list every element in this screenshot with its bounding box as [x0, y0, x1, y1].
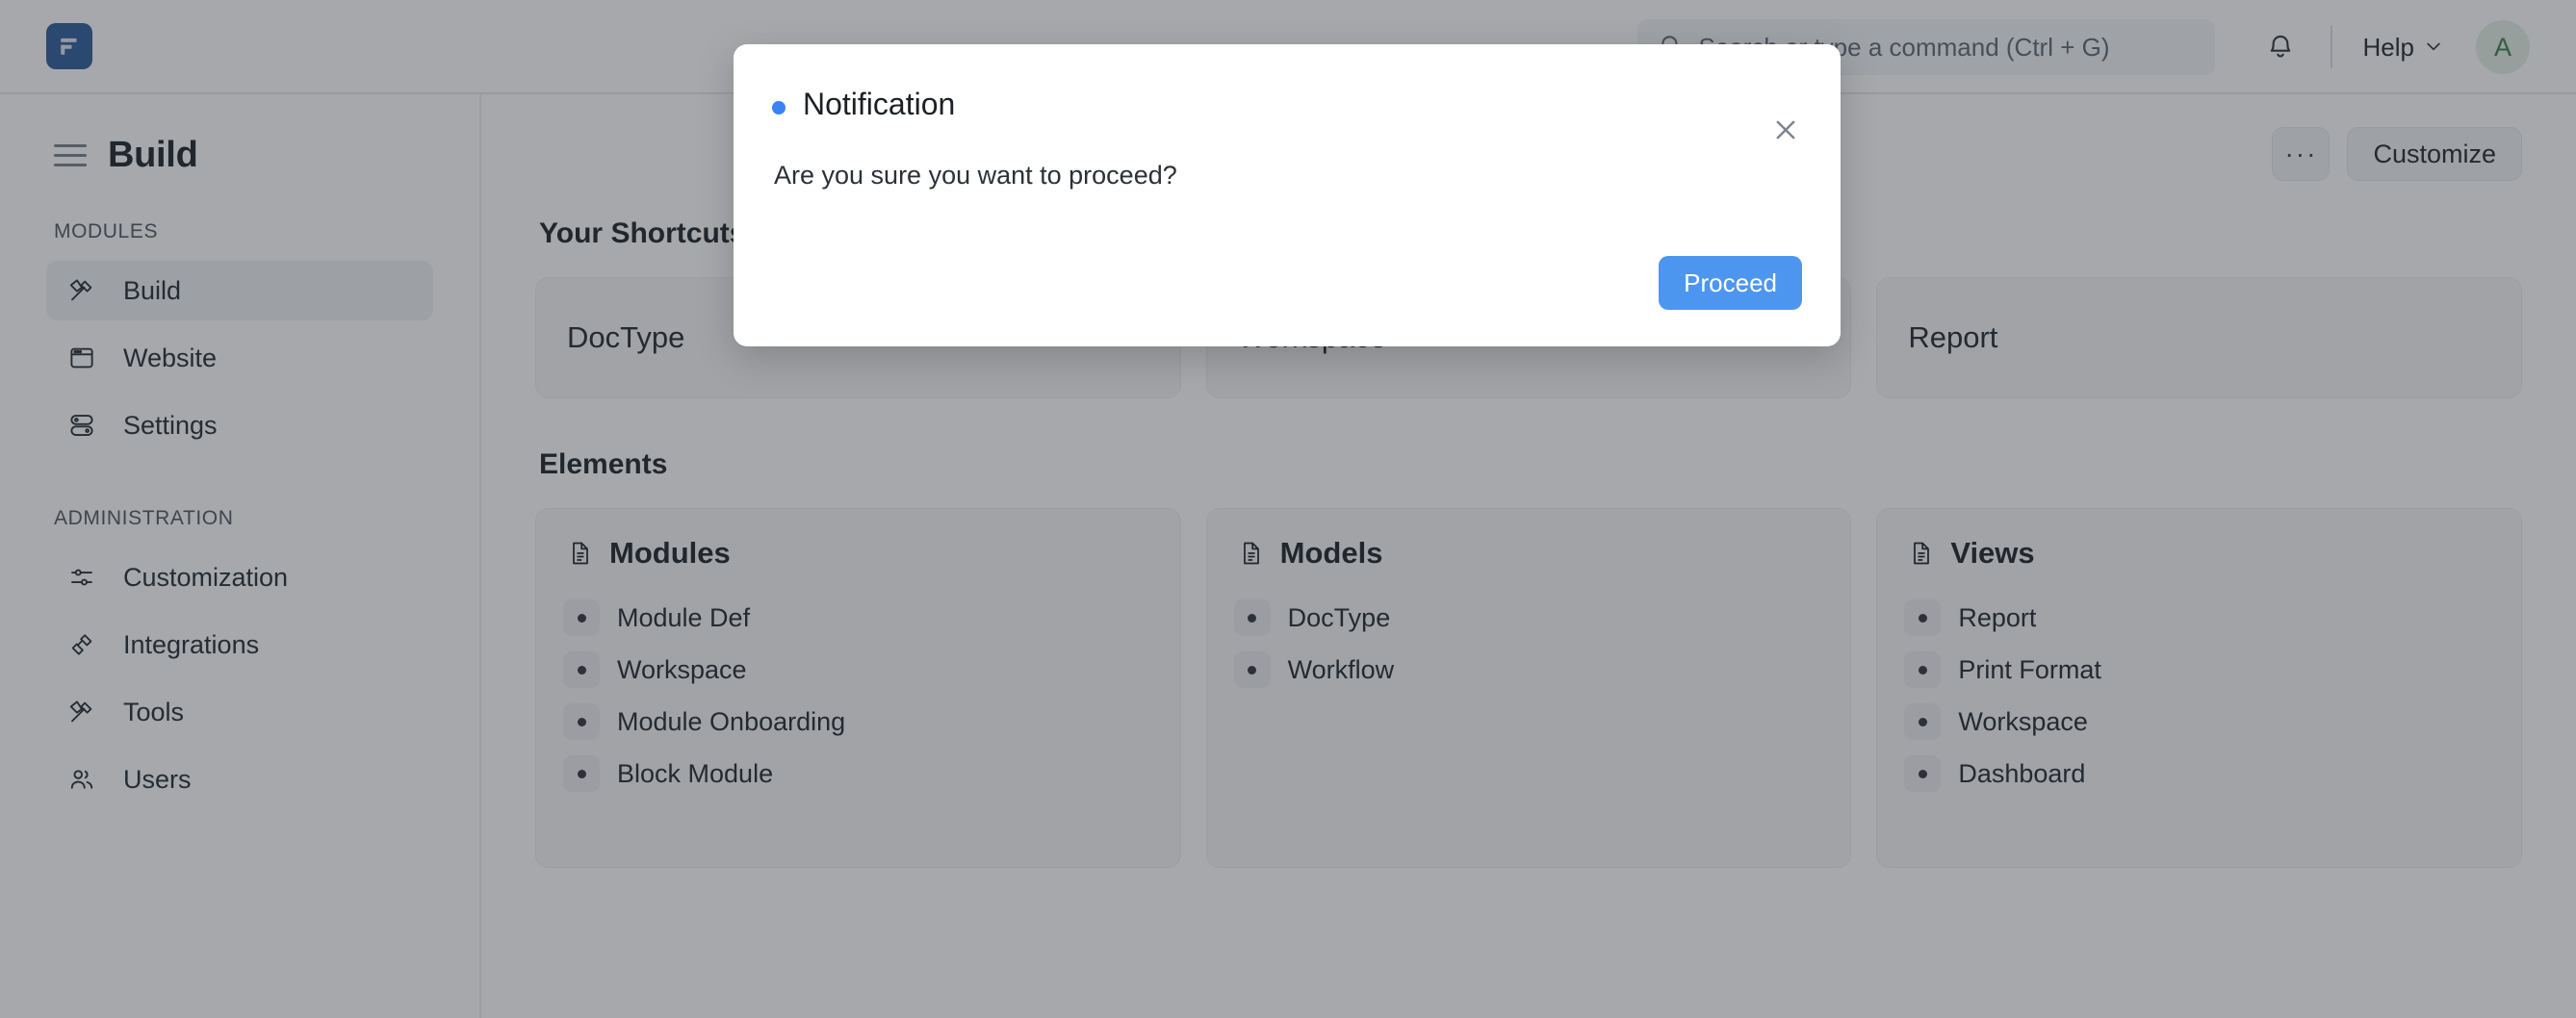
notification-dialog: Notification Are you sure you want to pr…: [734, 44, 1841, 346]
dialog-title: Notification: [803, 87, 955, 122]
close-icon[interactable]: [1767, 112, 1804, 148]
screen: Search or type a command (Ctrl + G) Help: [0, 0, 2576, 1018]
status-indicator-icon: [772, 101, 786, 115]
proceed-button[interactable]: Proceed: [1659, 256, 1802, 310]
dialog-header: Notification: [772, 44, 1802, 122]
dialog-footer: Proceed: [1659, 256, 1802, 310]
dialog-message: Are you sure you want to proceed?: [772, 122, 1802, 191]
